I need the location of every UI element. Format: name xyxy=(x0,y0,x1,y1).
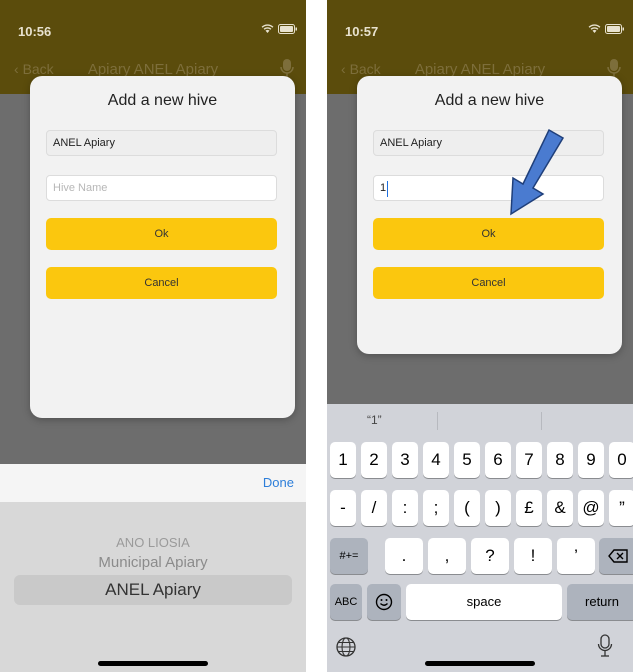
hive-name-input[interactable]: 1 xyxy=(373,175,604,201)
status-time: 10:56 xyxy=(18,24,52,39)
dialog-title: Add a new hive xyxy=(434,92,545,109)
add-hive-dialog: Add a new hive ANEL Apiary Ok Cancel xyxy=(30,76,295,418)
backspace-icon xyxy=(608,549,628,563)
key-quote[interactable]: ” xyxy=(609,490,633,526)
cancel-button[interactable]: Cancel xyxy=(46,267,277,299)
globe-icon[interactable] xyxy=(335,636,357,658)
key-4[interactable]: 4 xyxy=(423,442,449,478)
cancel-button[interactable]: Cancel xyxy=(373,267,604,299)
hive-name-value: 1 xyxy=(380,182,387,194)
key-1[interactable]: 1 xyxy=(330,442,356,478)
key-6[interactable]: 6 xyxy=(485,442,511,478)
status-bar: 10:57 xyxy=(327,0,633,44)
emoji-key[interactable] xyxy=(367,584,401,620)
key-comma[interactable]: , xyxy=(428,538,466,574)
return-key[interactable]: return xyxy=(567,584,633,620)
key-ampersand[interactable]: & xyxy=(547,490,573,526)
emoji-icon xyxy=(375,593,393,611)
key-pound[interactable]: £ xyxy=(516,490,542,526)
key-question[interactable]: ? xyxy=(471,538,509,574)
dialog-title: Add a new hive xyxy=(107,92,218,109)
key-5[interactable]: 5 xyxy=(454,442,480,478)
apiary-field[interactable]: ANEL Apiary xyxy=(46,130,277,156)
numeric-keyboard: “1” 1 2 3 4 5 6 7 8 9 0 - / : ; ( ) £ & … xyxy=(327,404,633,672)
picker-option[interactable]: Municipal Apiary xyxy=(0,554,306,571)
key-close-paren[interactable]: ) xyxy=(485,490,511,526)
key-8[interactable]: 8 xyxy=(547,442,573,478)
home-indicator xyxy=(98,661,208,666)
apiary-field[interactable]: ANEL Apiary xyxy=(373,130,604,156)
key-hyphen[interactable]: - xyxy=(330,490,356,526)
suggestion-bar: “1” xyxy=(327,404,633,438)
done-button[interactable]: Done xyxy=(263,475,294,490)
ok-button[interactable]: Ok xyxy=(373,218,604,250)
microphone-icon[interactable] xyxy=(607,58,621,78)
home-indicator xyxy=(425,661,535,666)
wifi-icon xyxy=(261,24,274,33)
key-period[interactable]: . xyxy=(385,538,423,574)
text-cursor xyxy=(387,181,388,197)
microphone-icon[interactable] xyxy=(280,58,294,78)
status-time: 10:57 xyxy=(345,24,379,39)
arrow-annotation-icon xyxy=(510,128,565,216)
battery-icon xyxy=(605,24,624,34)
key-9[interactable]: 9 xyxy=(578,442,604,478)
left-phone-screen: 10:56 ‹ Back Apiary ANEL Apiary Add a ne… xyxy=(0,0,306,672)
key-apostrophe[interactable]: ’ xyxy=(557,538,595,574)
picker-option-selected[interactable]: ANEL Apiary xyxy=(0,580,306,600)
ok-button[interactable]: Ok xyxy=(46,218,277,250)
backspace-key[interactable] xyxy=(599,538,633,574)
suggestion-divider xyxy=(437,412,438,430)
dictation-icon[interactable] xyxy=(597,634,613,658)
key-2[interactable]: 2 xyxy=(361,442,387,478)
battery-icon xyxy=(278,24,297,34)
key-colon[interactable]: : xyxy=(392,490,418,526)
key-7[interactable]: 7 xyxy=(516,442,542,478)
picker-toolbar: Done xyxy=(0,464,306,502)
space-key[interactable]: space xyxy=(406,584,562,620)
right-phone-screen: 10:57 ‹ Back Apiary ANEL Apiary Add a ne… xyxy=(327,0,633,672)
add-hive-dialog: Add a new hive ANEL Apiary 1 Ok Cancel xyxy=(357,76,622,354)
key-at[interactable]: @ xyxy=(578,490,604,526)
suggestion-divider xyxy=(541,412,542,430)
key-exclamation[interactable]: ! xyxy=(514,538,552,574)
apiary-picker[interactable]: ANO LIOSIA Municipal Apiary ANEL Apiary xyxy=(0,502,306,672)
suggestion-item[interactable]: “1” xyxy=(367,413,382,427)
key-semicolon[interactable]: ; xyxy=(423,490,449,526)
key-3[interactable]: 3 xyxy=(392,442,418,478)
wifi-icon xyxy=(588,24,601,33)
status-icons xyxy=(261,24,298,37)
symbols-key[interactable]: #+= xyxy=(330,538,368,574)
key-0[interactable]: 0 xyxy=(609,442,633,478)
status-icons xyxy=(588,24,625,37)
hive-name-input[interactable] xyxy=(46,175,277,201)
key-open-paren[interactable]: ( xyxy=(454,490,480,526)
picker-option[interactable]: ANO LIOSIA xyxy=(0,535,306,550)
abc-key[interactable]: ABC xyxy=(330,584,362,620)
status-bar: 10:56 xyxy=(0,0,306,44)
key-slash[interactable]: / xyxy=(361,490,387,526)
